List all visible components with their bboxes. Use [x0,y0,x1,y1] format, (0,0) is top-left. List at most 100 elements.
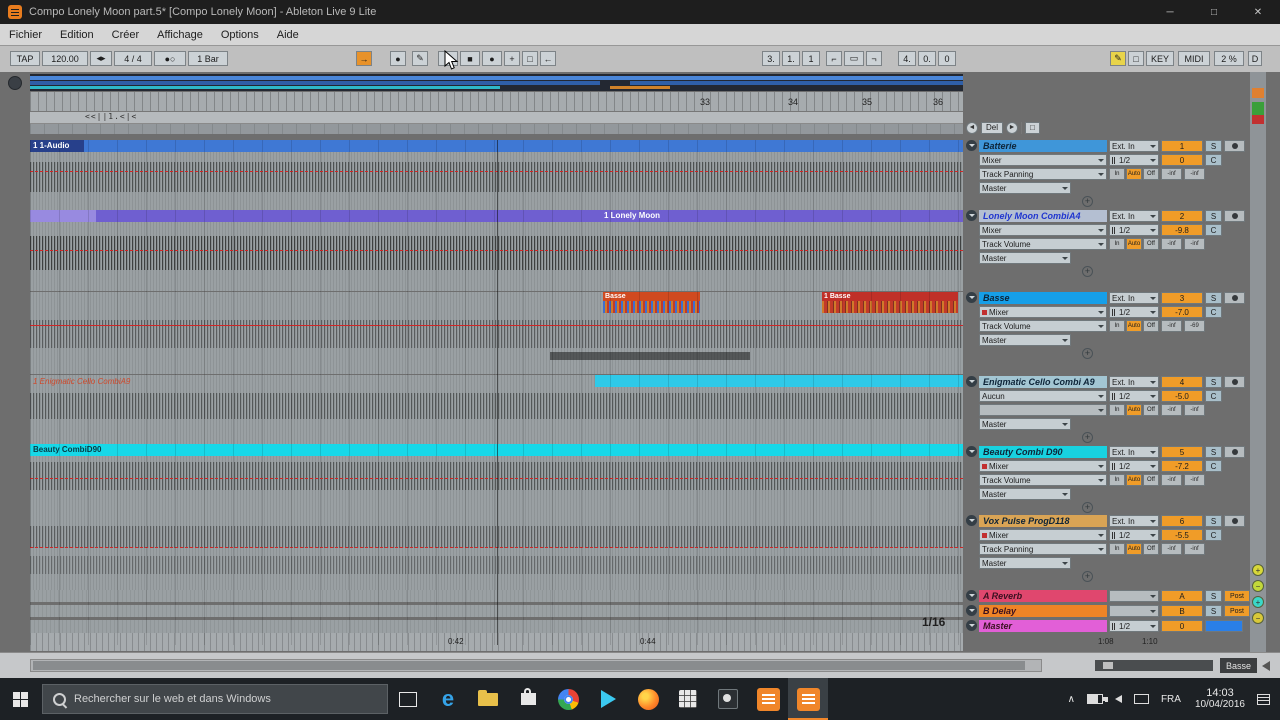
track-lane-batterie[interactable]: 1 1-Audio [30,140,963,210]
track-lane-basse[interactable]: Basse 1 Basse [30,292,963,374]
clock[interactable]: 14:03 10/04/2016 [1187,687,1253,711]
automation-param-select[interactable]: Track Panning [979,168,1107,180]
input-routing-select[interactable]: Ext. In [1109,446,1159,458]
input-routing-select[interactable]: Ext. In [1109,140,1159,152]
track-name[interactable]: Lonely Moon CombiA4 [979,210,1107,222]
start-button[interactable] [0,678,40,720]
solo-button[interactable]: S [1205,210,1222,222]
channel-select[interactable]: 1/2 [1109,390,1159,402]
pan-display[interactable]: C [1205,224,1222,236]
taskbar-icon-ableton-active[interactable] [788,678,828,720]
keyboard-icon[interactable] [1128,694,1155,704]
midi-map-button[interactable]: MIDI [1178,51,1210,66]
loop-marker-ruler[interactable]: <<||1.<|< [30,112,963,124]
taskbar-icon-firefox[interactable] [628,678,668,720]
return-fold-button[interactable] [966,590,977,601]
monitor-in-button[interactable]: In [1109,320,1125,332]
automation-param-select[interactable]: Track Panning [979,543,1107,555]
zoom-height-out-button[interactable]: − [1252,612,1264,624]
device-select[interactable]: Mixer [979,460,1107,472]
next-locator-button[interactable]: ► [1006,121,1019,134]
channel-select[interactable]: 1/2 [1109,224,1159,236]
master-fold-button[interactable] [966,620,977,631]
tap-button[interactable]: TAP [10,51,40,66]
clip-1-audio[interactable]: 1 1-Audio [30,140,963,152]
master-volume-display[interactable]: 0 [1161,620,1203,632]
input-routing-select[interactable]: Ext. In [1109,210,1159,222]
add-automation-button[interactable]: + [1082,348,1093,359]
add-automation-button[interactable]: + [1082,571,1093,582]
loop-length-beats[interactable]: 0. [918,51,936,66]
tray-caret-icon[interactable]: ∧ [1062,694,1081,705]
punch-in-button[interactable]: ⌐ [826,51,842,66]
master-channel-select[interactable]: 1/2 [1109,620,1159,632]
scrollbar-thumb[interactable] [33,661,1025,670]
return-name[interactable]: B Delay [979,605,1107,617]
device-select[interactable]: Mixer [979,529,1107,541]
zoom-slider-handle[interactable] [1103,662,1113,669]
track-fold-button[interactable] [966,446,977,457]
automation-param-select[interactable] [979,404,1107,416]
output-select[interactable]: Master [979,557,1071,569]
prev-locator-button[interactable]: ◄ [966,121,978,134]
taskbar-icon-ableton[interactable] [748,678,788,720]
close-button[interactable]: ✕ [1236,0,1280,24]
monitor-off-button[interactable]: Off [1143,320,1159,332]
nudge-buttons[interactable]: ◂▸ [90,51,112,66]
track-number[interactable]: 6 [1161,515,1203,527]
horizontal-scrollbar[interactable] [30,659,1042,672]
menu-affichage[interactable]: Affichage [148,29,212,41]
maximize-button[interactable]: □ [1192,0,1236,24]
key-map-button[interactable]: KEY [1146,51,1174,66]
menu-aide[interactable]: Aide [268,29,308,41]
arm-button[interactable] [1224,515,1245,527]
device-select[interactable]: Mixer [979,154,1107,166]
language-indicator[interactable]: FRA [1155,694,1187,705]
taskbar-icon-explorer[interactable] [468,678,508,720]
undo-arrow-button[interactable]: ← [540,51,556,66]
zoom-out-button[interactable]: − [1252,580,1264,592]
automation-line[interactable] [30,250,963,251]
monitor-auto-button[interactable]: Auto [1126,320,1142,332]
pan-display[interactable]: C [1205,529,1222,541]
loop-length-bars[interactable]: 4. [898,51,916,66]
corner-button[interactable] [8,76,22,90]
track-name[interactable]: Vox Pulse ProgD118 [979,515,1107,527]
metronome-toggle[interactable]: ●○ [154,51,186,66]
arrangement-position-sixteenths[interactable]: 1 [802,51,820,66]
taskbar-icon-grid-app[interactable] [668,678,708,720]
zoom-slider[interactable] [1095,660,1213,671]
taskbar-icon-store[interactable] [508,678,548,720]
cue-volume-display[interactable] [1205,620,1243,632]
automation-line[interactable] [30,547,963,548]
solo-button[interactable]: S [1205,376,1222,388]
automation-line[interactable] [30,171,963,172]
solo-button[interactable]: S [1205,292,1222,304]
return-name[interactable]: A Reverb [979,590,1107,602]
clip-enigmatic[interactable]: Enigmatic Cello CombiA9 [595,375,963,387]
return-a-lane[interactable] [30,590,963,602]
clip-basse-1[interactable]: Basse [603,292,700,313]
monitor-off-button[interactable]: Off [1143,474,1159,486]
follow-button[interactable]: → [356,51,372,66]
loop-length-sixteenths[interactable]: 0 [938,51,956,66]
taskbar-icon-chrome[interactable] [548,678,588,720]
arrangement-position-beats[interactable]: 1. [782,51,800,66]
track-fold-button[interactable] [966,140,977,151]
menu-edition[interactable]: Edition [51,29,103,41]
arrangement-position-bars[interactable]: 3. [762,51,780,66]
monitor-in-button[interactable]: In [1109,238,1125,250]
monitor-off-button[interactable]: Off [1143,404,1159,416]
pan-display[interactable]: C [1205,306,1222,318]
reenable-automation-button[interactable]: ● [390,51,406,66]
channel-select[interactable]: 1/2 [1109,529,1159,541]
monitor-in-button[interactable]: In [1109,474,1125,486]
punch-out-button[interactable]: ¬ [866,51,882,66]
automation-line[interactable] [30,478,963,479]
zoom-height-in-button[interactable]: + [1252,596,1264,608]
beat-time-ruler[interactable] [30,92,963,112]
monitor-auto-button[interactable]: Auto [1126,168,1142,180]
automation-param-select[interactable]: Track Volume [979,320,1107,332]
input-routing-select[interactable]: Ext. In [1109,292,1159,304]
speaker-icon[interactable] [1104,695,1128,703]
